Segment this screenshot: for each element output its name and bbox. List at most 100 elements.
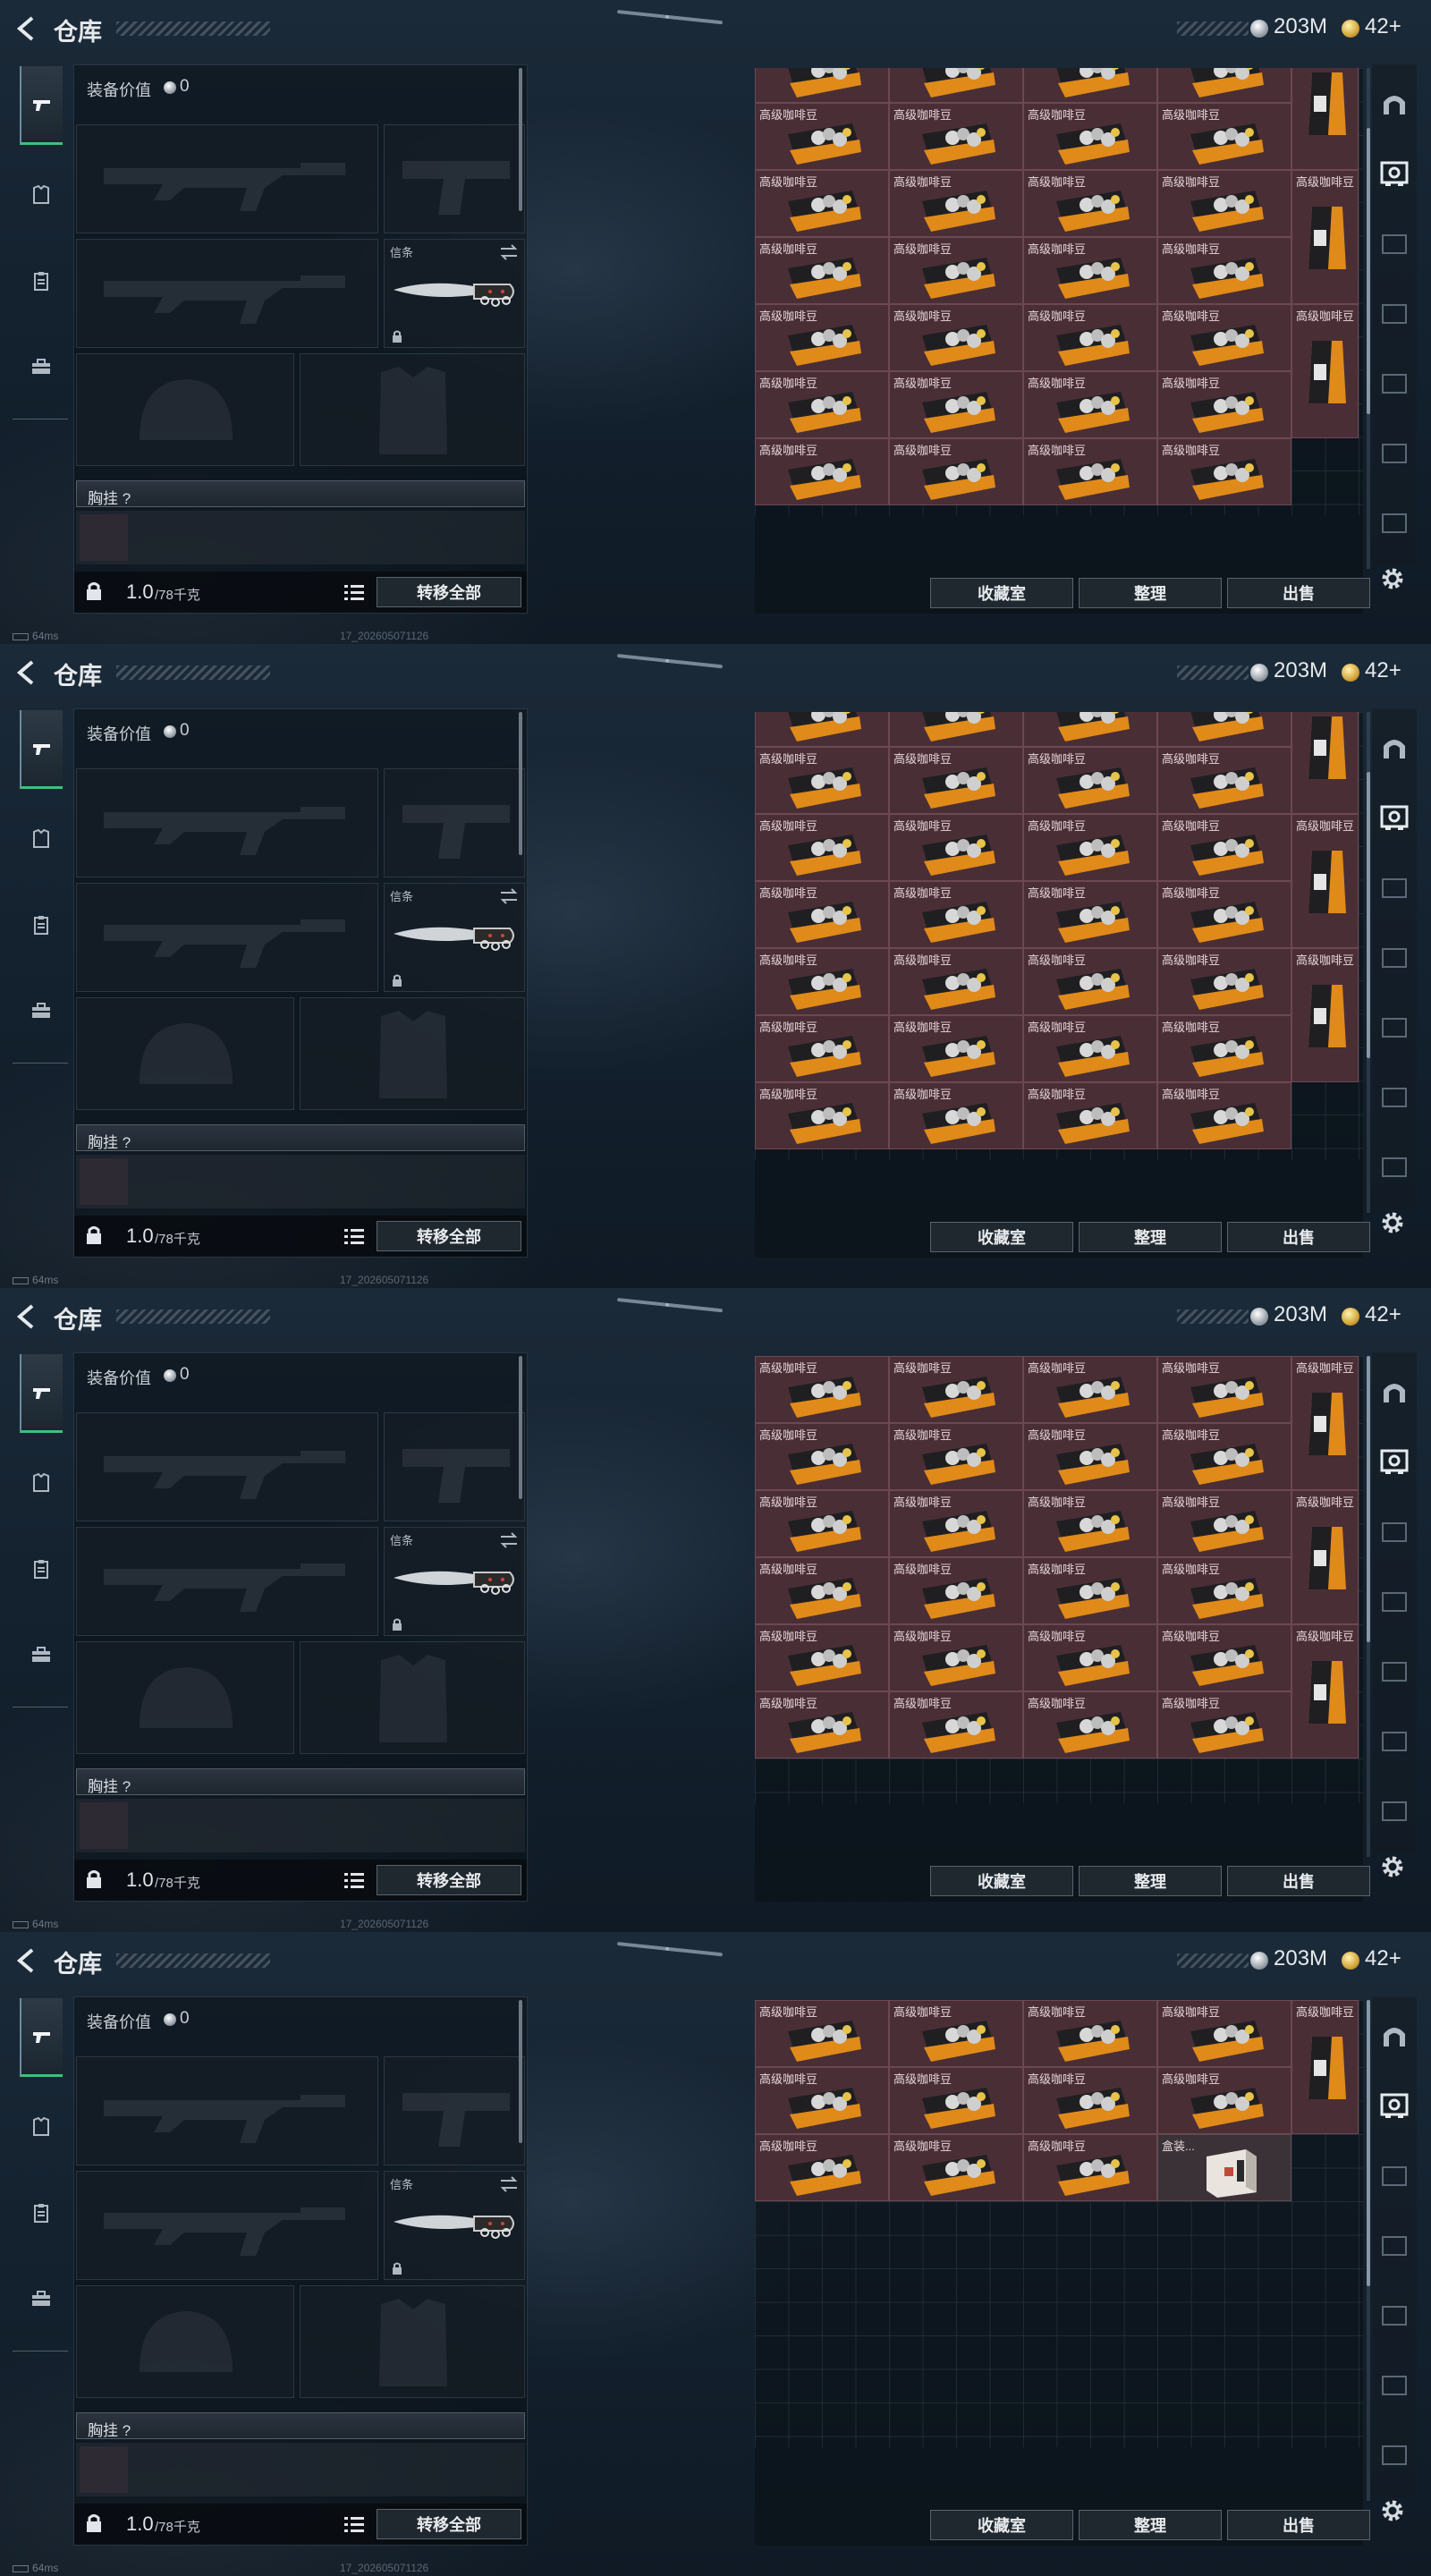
equipment-scrollbar[interactable] xyxy=(519,2000,522,2143)
coffee-bean-cell[interactable]: 高级咖啡豆 xyxy=(889,814,1023,881)
coffee-bean-cell[interactable]: 高级咖啡豆 xyxy=(1023,170,1157,237)
primary-weapon-slot[interactable] xyxy=(76,2056,378,2165)
tab-weapons[interactable] xyxy=(20,1354,63,1433)
sidearm-slot[interactable] xyxy=(384,768,525,877)
coffee-bean-cell[interactable]: 高级咖啡豆 xyxy=(1023,68,1157,103)
coffee-bean-cell[interactable]: 高级咖啡豆 xyxy=(1157,1691,1291,1758)
coffee-bean-cell[interactable]: 高级咖啡豆 xyxy=(1023,304,1157,371)
coffee-bean-cell[interactable]: 高级咖啡豆 xyxy=(1023,1490,1157,1557)
collection-room-button[interactable]: 收藏室 xyxy=(930,1866,1073,1896)
storage-box-icon[interactable] xyxy=(1378,2368,1410,2401)
coffee-bean-cell[interactable]: 高级咖啡豆 xyxy=(755,438,889,505)
storage-box-icon[interactable] xyxy=(1378,871,1410,903)
sidearm-slot[interactable] xyxy=(384,2056,525,2165)
coffee-bean-cell[interactable]: 高级咖啡豆 xyxy=(889,1015,1023,1082)
coffee-bean-cell[interactable]: 高级咖啡豆 xyxy=(755,371,889,438)
coffee-bean-cell[interactable]: 高级咖啡豆 xyxy=(889,1557,1023,1624)
coffee-bean-cell[interactable]: 高级咖啡豆 xyxy=(1023,747,1157,814)
coffee-bean-cell[interactable]: 高级咖啡豆 xyxy=(889,103,1023,170)
secondary-weapon-slot[interactable] xyxy=(76,239,378,348)
coffee-bean-cell[interactable]: 高级咖啡豆 xyxy=(1157,881,1291,948)
coffee-bean-cell[interactable]: 高级咖啡豆 xyxy=(1157,2067,1291,2134)
armor-slot[interactable] xyxy=(300,997,525,1110)
coffee-bean-cell[interactable]: 高级咖啡豆 xyxy=(755,2067,889,2134)
gold-amount[interactable]: 42+ xyxy=(1365,1946,1401,1971)
tab-armor[interactable] xyxy=(20,1444,63,1522)
melee-slot[interactable]: 信条 xyxy=(384,2171,525,2280)
coffee-bean-cell[interactable]: 高级咖啡豆 xyxy=(1023,881,1157,948)
coffee-bean-cell[interactable]: 高级咖啡豆 xyxy=(755,304,889,371)
storage-box-icon[interactable] xyxy=(1378,1150,1410,1182)
melee-slot[interactable]: 信条 xyxy=(384,883,525,992)
coffee-bag-cell[interactable]: 高级咖啡豆 xyxy=(1291,1490,1359,1624)
coffee-bean-cell[interactable]: 高级咖啡豆 xyxy=(755,1691,889,1758)
coffee-bean-cell[interactable]: 高级咖啡豆 xyxy=(1157,68,1291,103)
tab-armor[interactable] xyxy=(20,800,63,878)
chest-rig-header[interactable]: 胸挂 ? xyxy=(76,1768,525,1795)
safe-box-icon[interactable] xyxy=(1378,801,1410,834)
coffee-bean-cell[interactable]: 高级咖啡豆 xyxy=(755,1557,889,1624)
arch-icon[interactable] xyxy=(1378,88,1410,120)
primary-weapon-slot[interactable] xyxy=(76,1412,378,1521)
sort-button[interactable]: 整理 xyxy=(1079,2510,1222,2540)
coffee-bean-cell[interactable]: 高级咖啡豆 xyxy=(755,747,889,814)
coffee-bean-cell[interactable]: 高级咖啡豆 xyxy=(755,881,889,948)
coffee-bean-cell[interactable]: 高级咖啡豆 xyxy=(889,1082,1023,1149)
list-icon[interactable] xyxy=(343,582,366,602)
coffee-bean-cell[interactable]: 高级咖啡豆 xyxy=(889,68,1023,103)
coffee-bag-cell[interactable]: 高级咖啡豆 xyxy=(1291,1356,1359,1490)
tab-supplies[interactable] xyxy=(20,886,63,964)
settings-gear-icon[interactable] xyxy=(1377,564,1408,594)
coffee-bean-cell[interactable]: 高级咖啡豆 xyxy=(1157,1082,1291,1149)
coffee-bean-cell[interactable]: 高级咖啡豆 xyxy=(1157,712,1291,747)
back-button[interactable] xyxy=(11,657,43,689)
tab-supplies[interactable] xyxy=(20,2174,63,2252)
transfer-all-button[interactable]: 转移全部 xyxy=(377,577,521,607)
coffee-bean-cell[interactable]: 高级咖啡豆 xyxy=(755,712,889,747)
melee-slot[interactable]: 信条 xyxy=(384,1527,525,1636)
coffee-bean-cell[interactable]: 高级咖啡豆 xyxy=(1157,371,1291,438)
coffee-bean-cell[interactable]: 高级咖啡豆 xyxy=(889,1490,1023,1557)
coffee-bean-cell[interactable]: 高级咖啡豆 xyxy=(1157,103,1291,170)
coffee-bean-cell[interactable]: 高级咖啡豆 xyxy=(889,1423,1023,1490)
coffee-bean-cell[interactable]: 高级咖啡豆 xyxy=(1157,1423,1291,1490)
tab-armor[interactable] xyxy=(20,156,63,234)
secondary-weapon-slot[interactable] xyxy=(76,2171,378,2280)
coffee-bean-cell[interactable]: 高级咖啡豆 xyxy=(1157,2000,1291,2067)
storage-box-icon[interactable] xyxy=(1378,367,1410,399)
tab-armor[interactable] xyxy=(20,2088,63,2166)
stash-scrollbar[interactable] xyxy=(1367,2000,1370,2286)
coffee-bag-cell[interactable]: 高级咖啡豆 xyxy=(1291,948,1359,1082)
armor-slot[interactable] xyxy=(300,2285,525,2398)
transfer-all-button[interactable]: 转移全部 xyxy=(377,1221,521,1251)
storage-box-icon[interactable] xyxy=(1378,436,1410,469)
coffee-bean-cell[interactable]: 高级咖啡豆 xyxy=(755,1015,889,1082)
sell-button[interactable]: 出售 xyxy=(1227,578,1370,608)
storage-box-icon[interactable] xyxy=(1378,1724,1410,1757)
coffee-bean-cell[interactable]: 高级咖啡豆 xyxy=(755,1356,889,1423)
back-button[interactable] xyxy=(11,13,43,45)
coffee-bag-cell[interactable]: 高级咖啡豆 xyxy=(1291,68,1359,170)
coffee-bean-cell[interactable]: 高级咖啡豆 xyxy=(1023,814,1157,881)
coffee-bean-cell[interactable]: 高级咖啡豆 xyxy=(889,712,1023,747)
tab-backpack[interactable] xyxy=(20,327,63,406)
safe-box-icon[interactable] xyxy=(1378,1445,1410,1478)
coffee-bean-cell[interactable]: 高级咖啡豆 xyxy=(1157,1015,1291,1082)
storage-box-icon[interactable] xyxy=(1378,506,1410,538)
tab-supplies[interactable] xyxy=(20,242,63,320)
coffee-bean-cell[interactable]: 高级咖啡豆 xyxy=(1157,747,1291,814)
back-button[interactable] xyxy=(11,1301,43,1333)
coffee-bean-cell[interactable]: 高级咖啡豆 xyxy=(1157,438,1291,505)
armor-slot[interactable] xyxy=(300,353,525,466)
back-button[interactable] xyxy=(11,1945,43,1977)
sort-button[interactable]: 整理 xyxy=(1079,1222,1222,1252)
helmet-slot[interactable] xyxy=(76,353,294,466)
coffee-bean-cell[interactable]: 高级咖啡豆 xyxy=(755,103,889,170)
coffee-bean-cell[interactable]: 高级咖啡豆 xyxy=(889,304,1023,371)
storage-box-icon[interactable] xyxy=(1378,2159,1410,2191)
secondary-weapon-slot[interactable] xyxy=(76,883,378,992)
melee-slot[interactable]: 信条 xyxy=(384,239,525,348)
chest-rig-area[interactable] xyxy=(76,2443,525,2496)
secondary-weapon-slot[interactable] xyxy=(76,1527,378,1636)
coffee-bean-cell[interactable]: 高级咖啡豆 xyxy=(889,438,1023,505)
